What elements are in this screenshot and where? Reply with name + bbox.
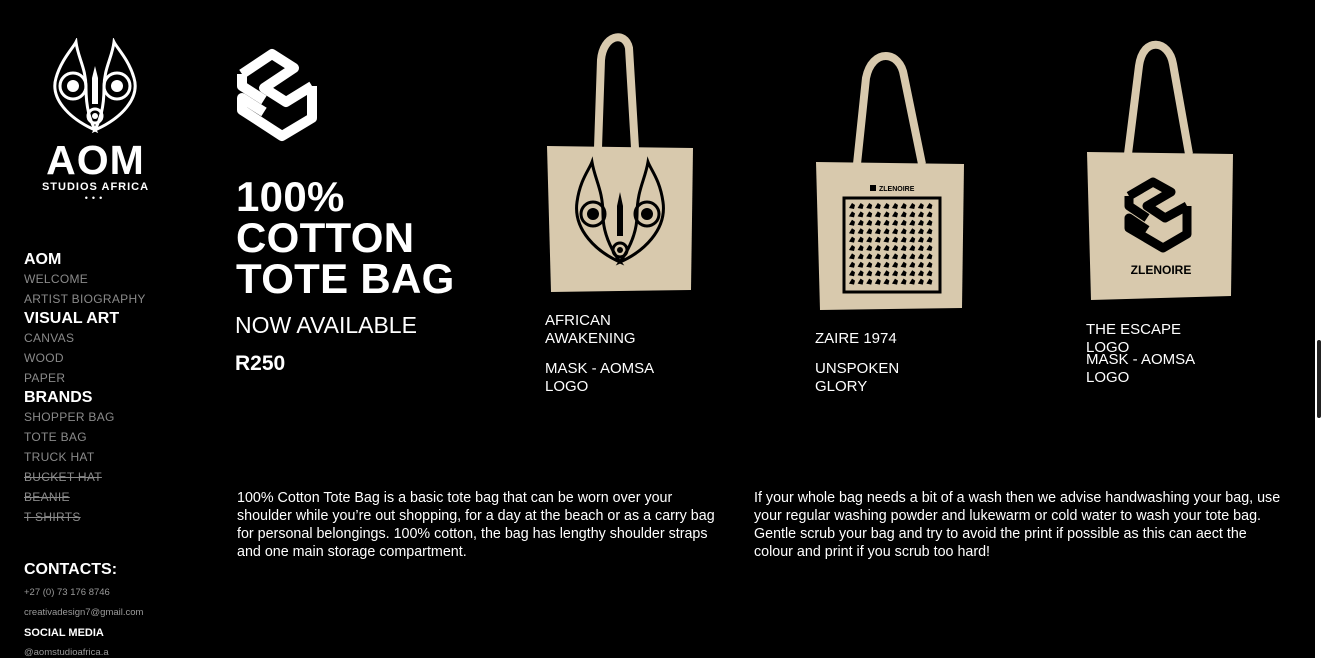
nav-item-tote-bag[interactable]: TOTE BAG [24,427,194,447]
nav-heading-visual-art[interactable]: VISUAL ART [24,309,194,328]
logo-dots: ••• [84,193,107,203]
product-card[interactable]: ZLENOIRE [1083,38,1238,303]
site-logo[interactable]: AOM STUDIOS AFRICA ••• [28,38,163,203]
zlenoire-brand-icon [237,49,317,141]
hero-title: 100% COTTON TOTE BAG [236,173,455,302]
contact-phone[interactable]: +27 (0) 73 176 8746 [24,583,194,603]
nav-item-shopper-bag[interactable]: SHOPPER BAG [24,407,194,427]
tote-bag-image: ZLENOIRE [1087,40,1233,300]
hero-subtitle: NOW AVAILABLE [235,312,417,338]
nav-heading-aom[interactable]: AOM [24,250,194,269]
bag-print-label: ZLENOIRE [1131,263,1192,277]
product-detail: MASK - AOMSA LOGO [1086,351,1196,386]
tote-bag-image: ZLENOIRE [816,52,964,310]
scrollbar-track[interactable] [1315,0,1322,658]
care-instructions: If your whole bag needs a bit of a wash … [754,490,1281,560]
product-detail: MASK - AOMSA LOGO [545,360,655,395]
nav-heading-brands[interactable]: BRANDS [24,388,194,407]
tote-bag-image [547,33,693,292]
logo-title: AOM [46,137,145,183]
hero-price: R250 [235,352,286,375]
nav-item-welcome[interactable]: WELCOME [24,269,194,289]
nav-item-artist-biography[interactable]: ARTIST BIOGRAPHY [24,289,194,309]
logo-subtitle: STUDIOS AFRICA [41,181,150,193]
scrollbar-thumb[interactable] [1317,340,1321,418]
nav-item-canvas[interactable]: CANVAS [24,328,194,348]
contacts-heading: CONTACTS: [24,561,118,578]
product-name: ZAIRE 1974 [815,330,897,347]
product-description: 100% Cotton Tote Bag is a basic tote bag… [237,490,715,560]
product-card[interactable]: ZLENOIRE [812,48,970,313]
sidebar-nav: AOM WELCOME ARTIST BIOGRAPHY VISUAL ART CANV… [24,250,194,658]
product-card[interactable] [543,30,698,295]
nav-item-bucket-hat[interactable]: BUCKET HAT [24,467,194,487]
nav-item-beanie[interactable]: BEANIE [24,487,194,507]
nav-item-truck-hat[interactable]: TRUCK HAT [24,447,194,467]
bag-print-label: ZLENOIRE [879,186,915,193]
mask-logo-icon [53,38,137,134]
nav-item-paper[interactable]: PAPER [24,368,194,388]
product-name: AFRICAN AWAKENING [545,312,636,347]
product-detail: UNSPOKEN GLORY [815,360,900,395]
social-media-heading: SOCIAL MEDIA [24,627,104,639]
social-handle[interactable]: @aomstudioafrica.a [24,643,194,658]
nav-item-t-shirts[interactable]: T SHIRTS [24,507,194,527]
nav-item-wood[interactable]: WOOD [24,348,194,368]
contact-email[interactable]: creativadesign7@gmail.com [24,603,194,623]
